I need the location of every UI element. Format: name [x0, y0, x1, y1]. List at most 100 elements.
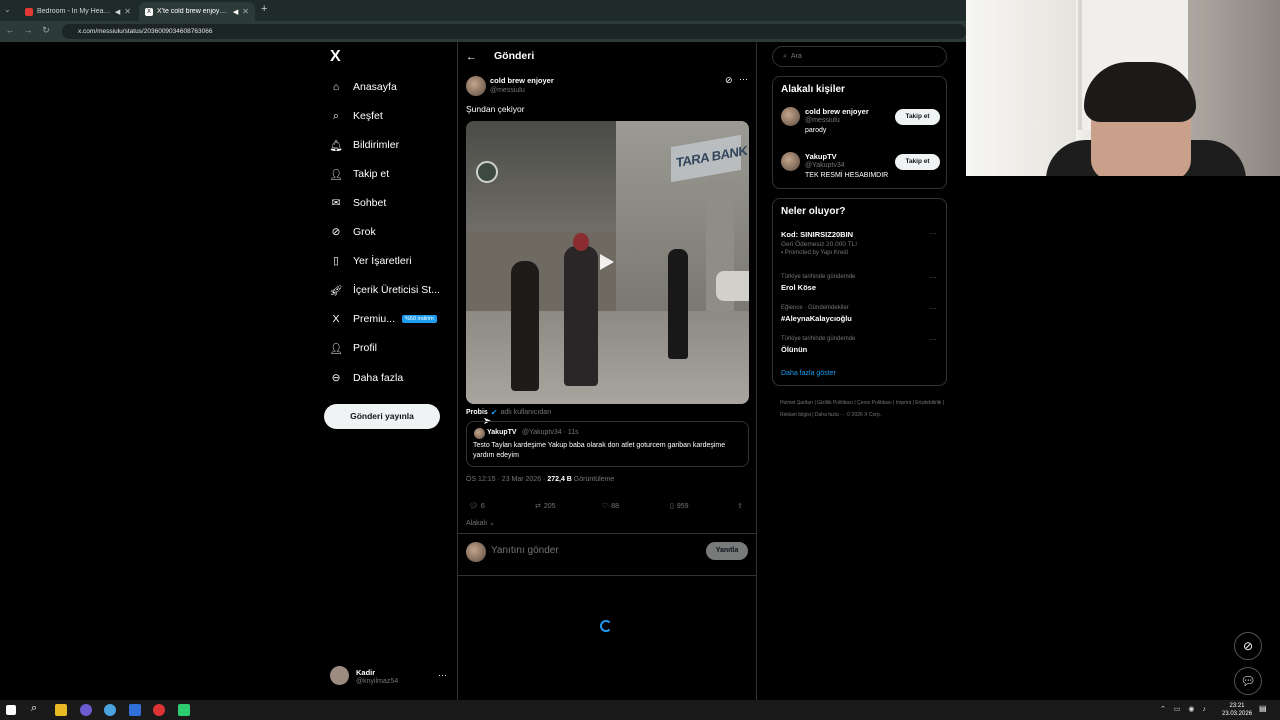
nav-notifications[interactable]: 🔔︎ Bildirimler: [329, 135, 400, 155]
trend-context: Türkiye tarihinde gündemde: [781, 274, 856, 280]
like-action[interactable]: ♡ 88: [602, 502, 619, 511]
more-icon[interactable]: ···: [929, 335, 937, 344]
trend-name: Kod: SINIRSIZ20BIN: [781, 230, 854, 239]
nav-follow[interactable]: 👤︎ Takip et: [329, 164, 389, 184]
follow-button[interactable]: Takip et: [895, 154, 940, 170]
nav-explore[interactable]: ⌕ Keşfet: [330, 106, 383, 126]
close-icon[interactable]: ✕: [124, 7, 131, 16]
repost-count: 205: [543, 502, 556, 510]
more-icon[interactable]: ···: [438, 670, 447, 680]
reply-action[interactable]: 💬︎ 6: [469, 502, 485, 511]
source-name[interactable]: Probis: [466, 409, 488, 416]
app-icon[interactable]: [153, 704, 165, 716]
new-tab-button[interactable]: +: [261, 3, 267, 15]
play-icon[interactable]: [600, 254, 614, 270]
nav-label: İçerik Üreticisi St...: [353, 284, 440, 296]
grok-icon[interactable]: ⊘: [725, 75, 733, 86]
nav-chat[interactable]: ✉ Sohbet: [330, 193, 387, 213]
back-arrow-icon[interactable]: ←: [4, 25, 16, 35]
loading-spinner-icon: [600, 620, 612, 632]
folder-icon[interactable]: [55, 704, 67, 716]
app-icon[interactable]: [129, 704, 141, 716]
repost-action[interactable]: ⇄ 205: [535, 502, 556, 511]
forward-arrow-icon[interactable]: →: [22, 25, 34, 35]
follow-button[interactable]: Takip et: [895, 109, 940, 125]
nav-profile[interactable]: 👤︎ Profil: [329, 338, 377, 358]
more-icon[interactable]: ···: [929, 304, 937, 313]
video-player[interactable]: TARA BANK: [466, 121, 749, 404]
mail-icon: ✉: [331, 197, 341, 209]
author-handle[interactable]: @messiulu: [490, 87, 525, 94]
sort-label: Alakalı: [466, 520, 488, 527]
taskbar-clock[interactable]: 23:21 23.03.2026: [1222, 702, 1252, 718]
chat-bubble-icon[interactable]: 💬︎: [1234, 667, 1262, 695]
search-icon[interactable]: ⌕: [31, 702, 43, 714]
back-arrow-icon[interactable]: ←: [466, 51, 477, 63]
search-input[interactable]: ⌕ Ara: [772, 46, 947, 67]
account-name: Kadir: [356, 668, 376, 677]
discount-badge: %50 indirim: [402, 315, 437, 323]
sort-relevant-dropdown[interactable]: Alakalı ⌄: [466, 519, 495, 527]
clock-time: 23:21: [1229, 703, 1245, 709]
card-title: Alakalı kişiler: [781, 84, 845, 95]
post-button[interactable]: Gönderi yayınla: [324, 404, 440, 429]
windows-start-icon[interactable]: [6, 705, 16, 715]
more-icon[interactable]: ···: [739, 74, 748, 84]
trends-card: Neler oluyor? Kod: SINIRSIZ20BIN Geri Öd…: [772, 198, 947, 386]
tab-bedroom[interactable]: Bedroom - In My Head (Of ◀ ✕: [19, 2, 137, 21]
source-suffix: adlı kullanıcıdan: [500, 409, 552, 416]
system-tray[interactable]: ⌃ ▭ ◉ ♪: [1160, 705, 1209, 713]
more-icon[interactable]: ···: [929, 229, 937, 238]
grok-icon[interactable]: ⊘: [1234, 632, 1262, 660]
more-icon[interactable]: ···: [929, 273, 937, 282]
trend-item[interactable]: Kod: SINIRSIZ20BIN Geri Ödemesiz 20.000 …: [781, 229, 941, 256]
nav-more[interactable]: ⊖ Daha fazla: [330, 368, 404, 388]
verified-icon: ✔: [490, 408, 498, 417]
nav-home[interactable]: ⌂ Anasayfa: [330, 77, 397, 97]
person-icon: 👤︎: [329, 342, 343, 355]
trend-item[interactable]: Türkiye tarihinde gündemde Ölünün ···: [781, 335, 941, 354]
trend-item[interactable]: Türkiye tarihinde gündemde Erol Köse ···: [781, 273, 941, 292]
reload-icon[interactable]: ↻: [40, 25, 52, 36]
bookmark-icon: ▯: [670, 503, 674, 510]
webcam-overlay: [966, 0, 1280, 176]
footer-links[interactable]: Hizmet Şartları | Gizlilik Politikası | …: [780, 397, 945, 421]
tab-list-icon[interactable]: ⌄: [4, 5, 11, 14]
chrome-icon[interactable]: [104, 704, 116, 716]
nav-label: Anasayfa: [353, 81, 397, 93]
author-name[interactable]: cold brew enjoyer: [490, 76, 554, 85]
nav-grok[interactable]: ⊘ Grok: [330, 222, 376, 242]
bell-icon: 🔔︎: [329, 139, 343, 152]
nav-bookmarks[interactable]: ▯ Yer İşaretleri: [330, 251, 411, 271]
notification-icon[interactable]: ▤: [1259, 704, 1267, 713]
trend-item[interactable]: Eğlence · Gündemdekiler #AleynaKalaycıoğ…: [781, 304, 941, 323]
nav-creator-studio[interactable]: 🚀︎ İçerik Üreticisi St...: [329, 280, 440, 300]
show-more-link[interactable]: Daha fazla göster: [781, 370, 836, 377]
nav-premium[interactable]: X Premiu... %50 indirim: [330, 309, 437, 329]
x-favicon-icon: X: [145, 7, 153, 16]
app-icon[interactable]: [178, 704, 190, 716]
app-icon[interactable]: [80, 704, 92, 716]
reply-input[interactable]: Yanıtını gönder: [491, 545, 559, 556]
avatar: [330, 666, 349, 685]
account-switcher[interactable]: Kadir @knyilmaz54 ···: [330, 666, 450, 688]
chevron-down-icon: ⌄: [488, 520, 495, 527]
share-action[interactable]: ⇪: [737, 502, 743, 510]
url-field[interactable]: x.com/messiulu/status/203600903460876306…: [62, 24, 966, 39]
tab-title: Bedroom - In My Head (Of: [37, 8, 111, 15]
x-logo[interactable]: X: [330, 49, 346, 65]
nav-label: Keşfet: [353, 110, 383, 122]
nav-label: Bildirimler: [353, 139, 400, 151]
person-item[interactable]: cold brew enjoyer @messiulu parody Takip…: [781, 107, 941, 143]
avatar: [781, 152, 800, 171]
reply-button[interactable]: Yanıtla: [706, 542, 748, 560]
quoted-post[interactable]: YakupTV @Yakuptv34 · 11s Testo Taylan ka…: [466, 421, 749, 467]
close-icon[interactable]: ✕: [242, 7, 249, 16]
quote-author: YakupTV: [487, 429, 517, 436]
bookmark-action[interactable]: ▯ 959: [670, 502, 689, 511]
person-bio: parody: [805, 127, 827, 134]
author-avatar[interactable]: [466, 76, 486, 96]
tab-x-post[interactable]: X X'te cold brew enjoyer: "Şu ◀ ✕: [139, 2, 255, 21]
person-item[interactable]: YakupTV @Yakuptv34 TEK RESMİ HESABIMDIR …: [781, 152, 941, 188]
grok-icon: ⊘: [331, 226, 341, 238]
